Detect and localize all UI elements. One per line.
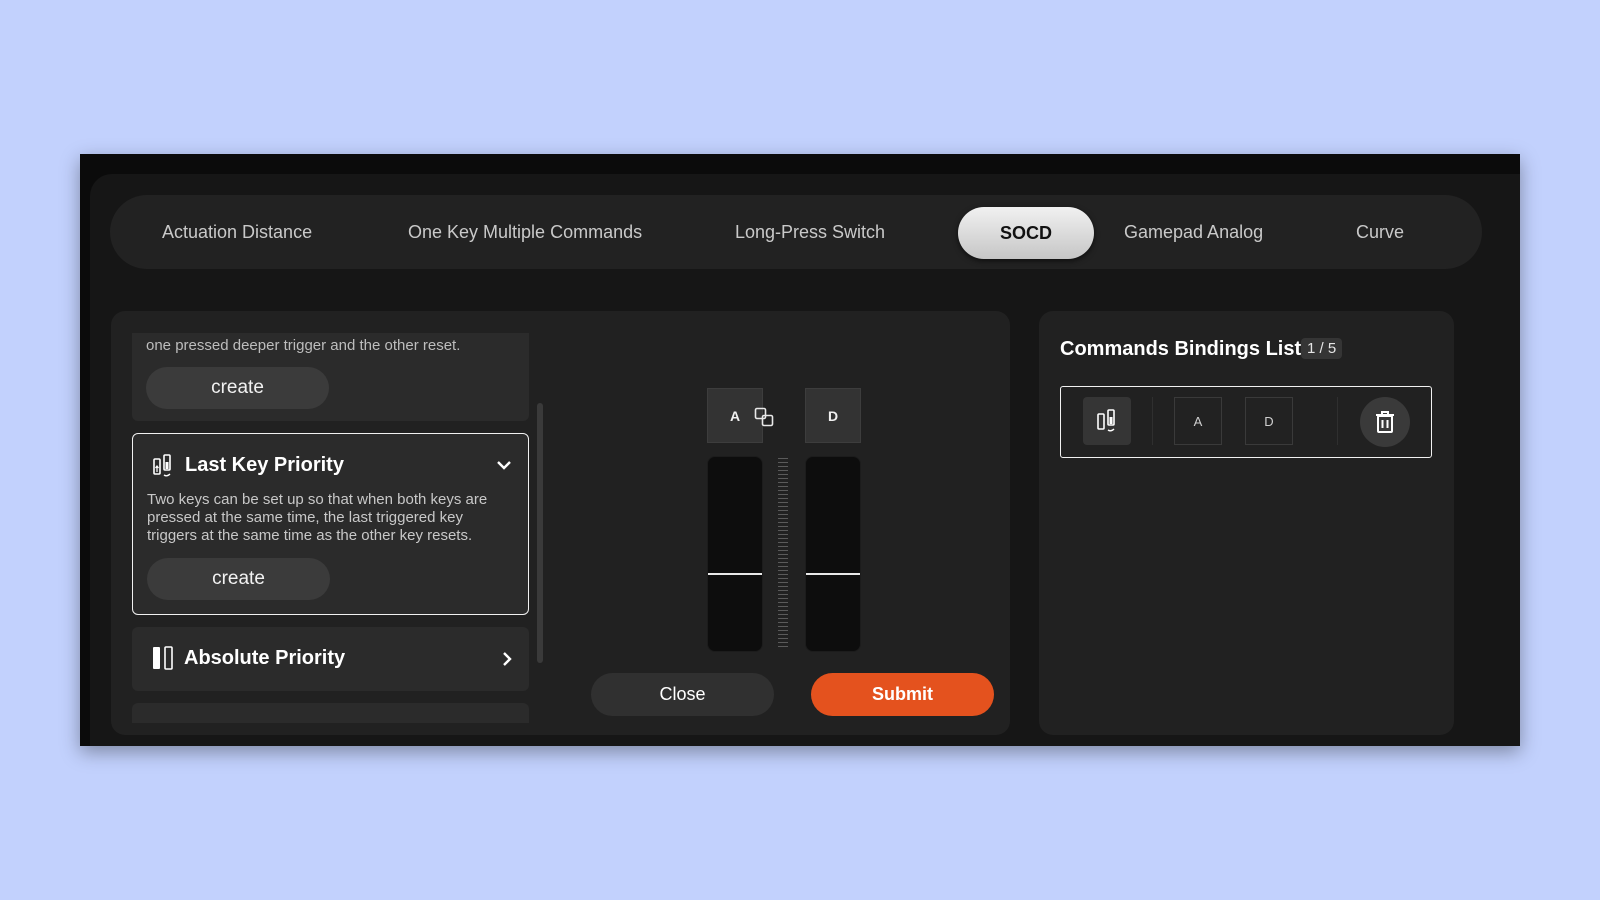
travel-scale [778,458,788,650]
key-a-travel-bar[interactable] [707,456,763,652]
key-d-trigger-marker[interactable] [806,573,860,575]
tab-long-press-switch[interactable]: Long-Press Switch [735,195,885,269]
binding-key-1: A [1174,397,1222,445]
app-content: Actuation Distance One Key Multiple Comm… [90,174,1520,746]
delete-binding-button[interactable] [1360,397,1410,447]
link-keys-icon [754,407,774,432]
key-d-travel-bar[interactable] [805,456,861,652]
mode-card-previous: one pressed deeper trigger and the other… [132,333,529,421]
submit-button[interactable]: Submit [811,673,994,716]
binding-key-2: D [1245,397,1293,445]
mode-card-absolute-priority[interactable]: Absolute Priority [132,627,529,691]
bindings-panel: Commands Bindings List 1 / 5 A D [1039,311,1454,735]
tab-curve[interactable]: Curve [1356,195,1404,269]
tab-socd[interactable]: SOCD [958,207,1094,259]
mode-list-scrollbar[interactable] [537,403,543,663]
chevron-down-icon[interactable] [496,458,512,476]
mode-description: Two keys can be set up so that when both… [147,491,488,544]
bindings-title: Commands Bindings List [1060,338,1302,360]
app-window: Actuation Distance One Key Multiple Comm… [80,154,1520,746]
mode-card-next[interactable] [132,703,529,723]
key-a-trigger-marker[interactable] [708,573,762,575]
mode-card-last-key-priority[interactable]: Last Key Priority Two keys can be set up… [132,433,529,615]
divider [1337,397,1338,445]
bindings-count-badge: 1 / 5 [1301,338,1343,359]
last-key-priority-icon [153,454,173,483]
absolute-priority-icon [152,646,174,675]
socd-editor-panel: one pressed deeper trigger and the other… [111,311,1010,735]
mode-description: one pressed deeper trigger and the other… [146,337,461,354]
last-key-priority-icon [1097,409,1115,432]
key-d-cap[interactable]: D [805,388,861,443]
binding-row[interactable]: A D [1060,386,1432,458]
create-button[interactable]: create [147,558,330,600]
chevron-right-icon[interactable] [501,651,513,672]
tab-actuation-distance[interactable]: Actuation Distance [162,195,312,269]
trash-icon [1376,411,1394,433]
close-button[interactable]: Close [591,673,774,716]
feature-tab-bar: Actuation Distance One Key Multiple Comm… [110,195,1482,269]
tab-gamepad-analog[interactable]: Gamepad Analog [1124,195,1263,269]
tab-one-key-multiple-commands[interactable]: One Key Multiple Commands [408,195,642,269]
divider [1152,397,1153,445]
binding-type [1083,397,1131,445]
mode-title: Absolute Priority [184,647,346,669]
create-button[interactable]: create [146,367,329,409]
mode-title: Last Key Priority [185,454,344,476]
